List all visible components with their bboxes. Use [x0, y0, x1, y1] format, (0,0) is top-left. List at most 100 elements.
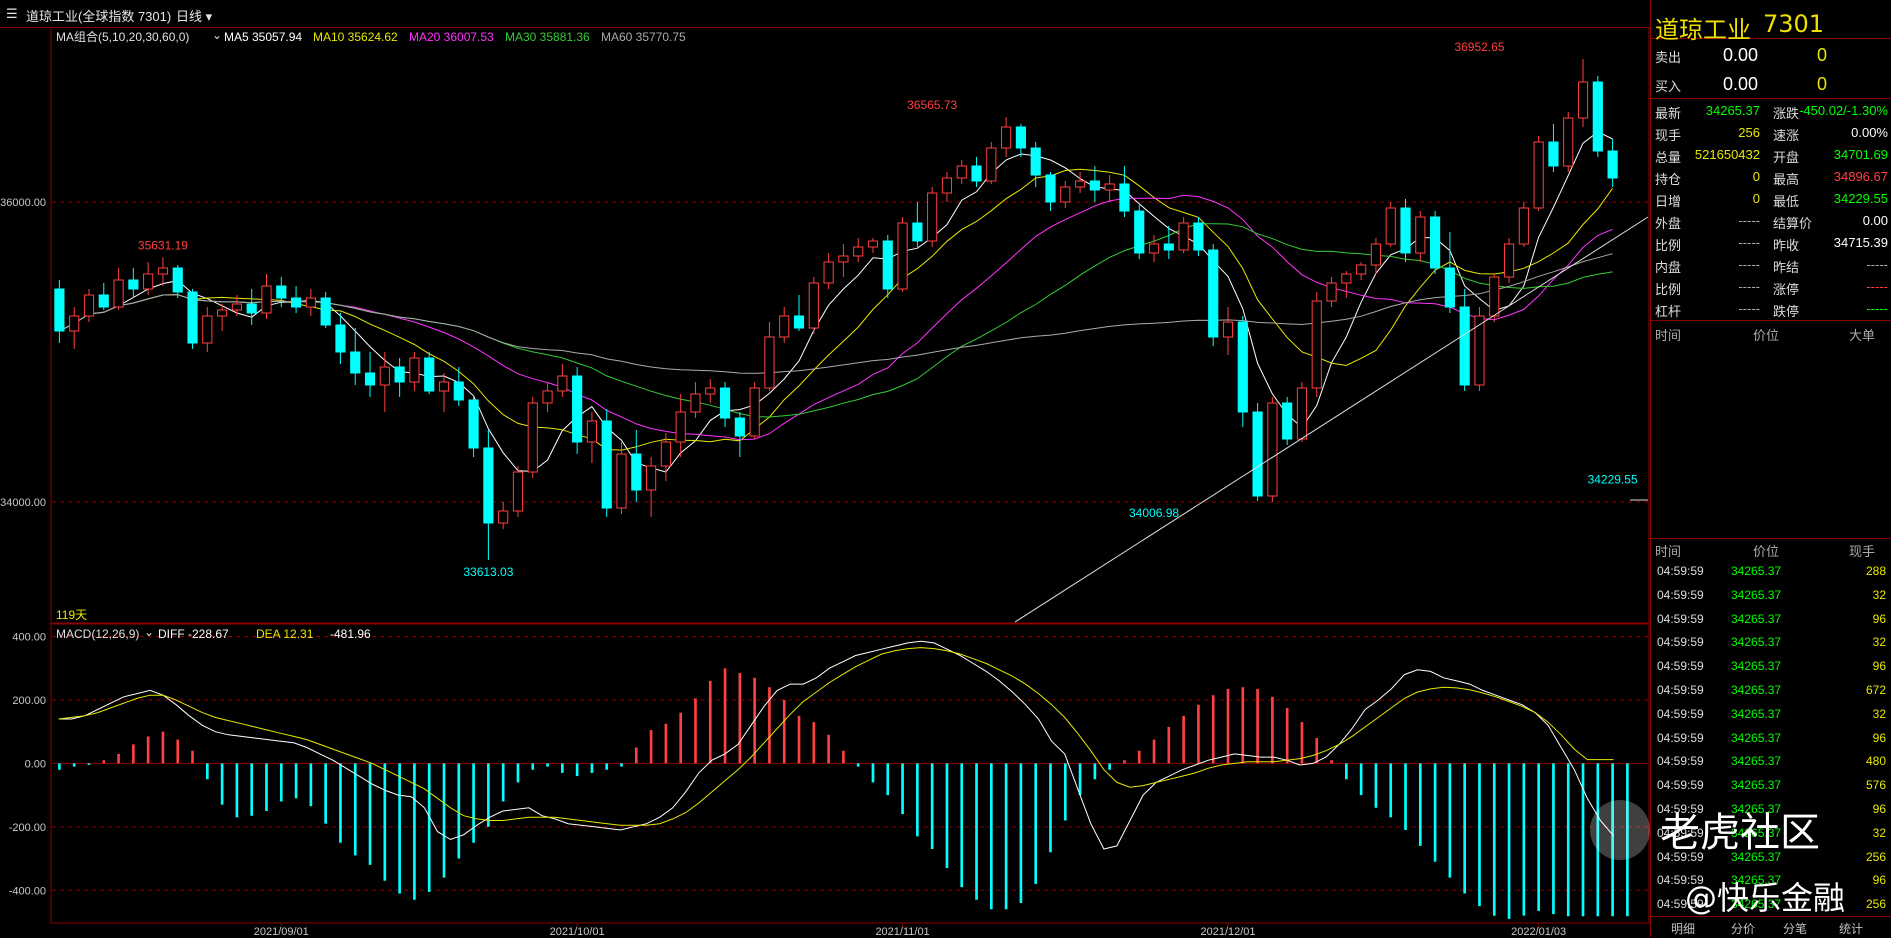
- tick-row[interactable]: 04:59:59 34265.37 576: [1651, 775, 1891, 797]
- candle-up: [808, 282, 819, 329]
- candle-down: [1252, 411, 1263, 497]
- watermark-community: 老虎社区: [1660, 810, 1820, 856]
- menu-icon[interactable]: ☰: [6, 6, 18, 22]
- tick-volume: 256: [1865, 849, 1886, 864]
- candle-down: [1548, 141, 1559, 167]
- candle-up: [261, 285, 272, 314]
- quote-row: 外盘 ----- 结算价 0.00: [1651, 210, 1891, 232]
- candle-up: [379, 366, 390, 386]
- date-tick-label: 2022/01/03: [1511, 926, 1566, 937]
- candle-up: [779, 315, 790, 338]
- tick-volume: 96: [1872, 802, 1886, 816]
- quote-row: 比例 ----- 涨停 -----: [1651, 276, 1891, 298]
- tick-volume: 672: [1865, 683, 1886, 697]
- panel-header: 道琼工业 7301: [1651, 6, 1891, 44]
- quote-panel: 道琼工业 7301 卖出 0.00 0 买入 0.00 0 最新 34265.37…: [1650, 0, 1891, 937]
- macd-tick-label: 200.00: [12, 695, 46, 707]
- tick-volume: 32: [1872, 587, 1886, 602]
- quote-row: 持仓 0 最高 34896.67: [1651, 166, 1891, 188]
- tick-row[interactable]: 04:59:59 34265.37 32: [1651, 585, 1891, 607]
- tiger-logo-icon: [1590, 800, 1650, 860]
- quote-label: 开盘: [1773, 150, 1800, 165]
- tick-volume: 96: [1872, 611, 1886, 626]
- candle-down: [350, 351, 361, 374]
- quote-label: 日增: [1655, 194, 1682, 209]
- tick-row[interactable]: 04:59:59 34265.37 96: [1651, 609, 1891, 631]
- sell-row: 卖出 0.00 0: [1651, 44, 1891, 66]
- macd-legend-value: -481.96: [330, 627, 371, 641]
- tick-row[interactable]: 04:59:59 34265.37 96: [1651, 656, 1891, 678]
- tick-time: 04:59:59: [1657, 706, 1704, 721]
- tick-row[interactable]: 04:59:59 34265.37 288: [1651, 561, 1891, 583]
- kline-chart[interactable]: 35631.19 33613.03 36565.73 34006.98 36952.65…: [0, 27, 1650, 937]
- tick-row[interactable]: 04:59:59 34265.37 480: [1651, 751, 1891, 773]
- candle-down: [1607, 150, 1618, 179]
- candle-down: [1193, 222, 1204, 251]
- candle-down: [1459, 306, 1470, 386]
- candle-down: [246, 303, 257, 314]
- header-price: 价位: [1753, 328, 1780, 343]
- macd-diff-line: [58, 640, 1614, 850]
- quote-label: 持仓: [1655, 172, 1682, 187]
- quote-label: 外盘: [1655, 216, 1682, 231]
- quote-label: 涨跌: [1773, 106, 1800, 121]
- chart-grid: [50, 27, 1650, 924]
- macd-tick-label: -200.00: [9, 822, 46, 834]
- ma-line-60: [59, 253, 1613, 374]
- candle-up: [764, 336, 775, 389]
- quote-value: -----: [1738, 213, 1760, 228]
- candle-up: [438, 381, 450, 392]
- tab-detail[interactable]: 明细: [1671, 920, 1695, 937]
- tick-volume: 96: [1872, 659, 1886, 674]
- candle-up: [927, 192, 938, 242]
- candle-down: [1163, 243, 1174, 251]
- candle-down: [1444, 267, 1455, 308]
- price-panel-frame: [50, 27, 1650, 624]
- sell-price: 0.00: [1723, 45, 1759, 65]
- tab-price-distribution[interactable]: 分价: [1731, 920, 1755, 937]
- candle-down: [572, 375, 583, 443]
- chevron-down-icon: ▾: [205, 9, 213, 24]
- tick-volume: 576: [1865, 778, 1886, 793]
- quote-value: 34265.37: [1705, 103, 1760, 118]
- period-selector[interactable]: 日线 ▾: [176, 6, 212, 25]
- candle-up: [867, 240, 879, 248]
- candle-down: [453, 381, 464, 401]
- candle-up: [217, 309, 228, 317]
- tick-row[interactable]: 04:59:59 34265.37 32: [1651, 704, 1891, 726]
- price-annotation: 36952.65: [1454, 40, 1504, 54]
- candle-down: [320, 297, 331, 326]
- big-order-header: 时间 价位 大单: [1651, 322, 1891, 344]
- tick-time: 04:59:59: [1657, 611, 1704, 626]
- macd-legend-dea: DEA 12.31: [256, 627, 314, 641]
- candle-up: [1074, 180, 1086, 188]
- quote-row: 杠杆 ----- 跌停 -----: [1651, 298, 1891, 320]
- candle-up: [1001, 126, 1012, 149]
- candle-up: [1356, 264, 1367, 275]
- candle-down: [1030, 147, 1041, 176]
- tab-statistics[interactable]: 统计: [1839, 920, 1863, 937]
- tick-row[interactable]: 04:59:59 34265.37 32: [1651, 632, 1891, 654]
- date-tick-label: 2021/10/01: [550, 926, 605, 937]
- tick-row[interactable]: 04:59:59 34265.37 96: [1651, 728, 1891, 750]
- candle-up: [749, 387, 760, 437]
- ticks-header-price: 价位: [1753, 544, 1780, 559]
- candle-down: [793, 315, 805, 329]
- quote-label: 比例: [1655, 238, 1682, 253]
- candle-up: [1385, 207, 1396, 245]
- candle-down: [98, 294, 109, 308]
- quote-value: 0.00: [1862, 213, 1888, 228]
- candle-down: [276, 285, 287, 299]
- candle-down: [187, 291, 198, 344]
- tick-price: 34265.37: [1731, 706, 1782, 721]
- tick-time: 04:59:59: [1657, 635, 1704, 650]
- tab-trades[interactable]: 分笔: [1783, 920, 1807, 937]
- ma-legend-ma10: MA10 35624.62: [313, 30, 398, 44]
- candle-up: [1311, 300, 1322, 389]
- candle-down: [631, 453, 642, 491]
- ma-legend-ma5: MA5 35057.94: [224, 30, 302, 44]
- tick-row[interactable]: 04:59:59 34265.37 672: [1651, 680, 1891, 702]
- sell-label: 卖出: [1655, 50, 1682, 65]
- candle-up: [202, 315, 213, 344]
- candle-up: [69, 315, 80, 332]
